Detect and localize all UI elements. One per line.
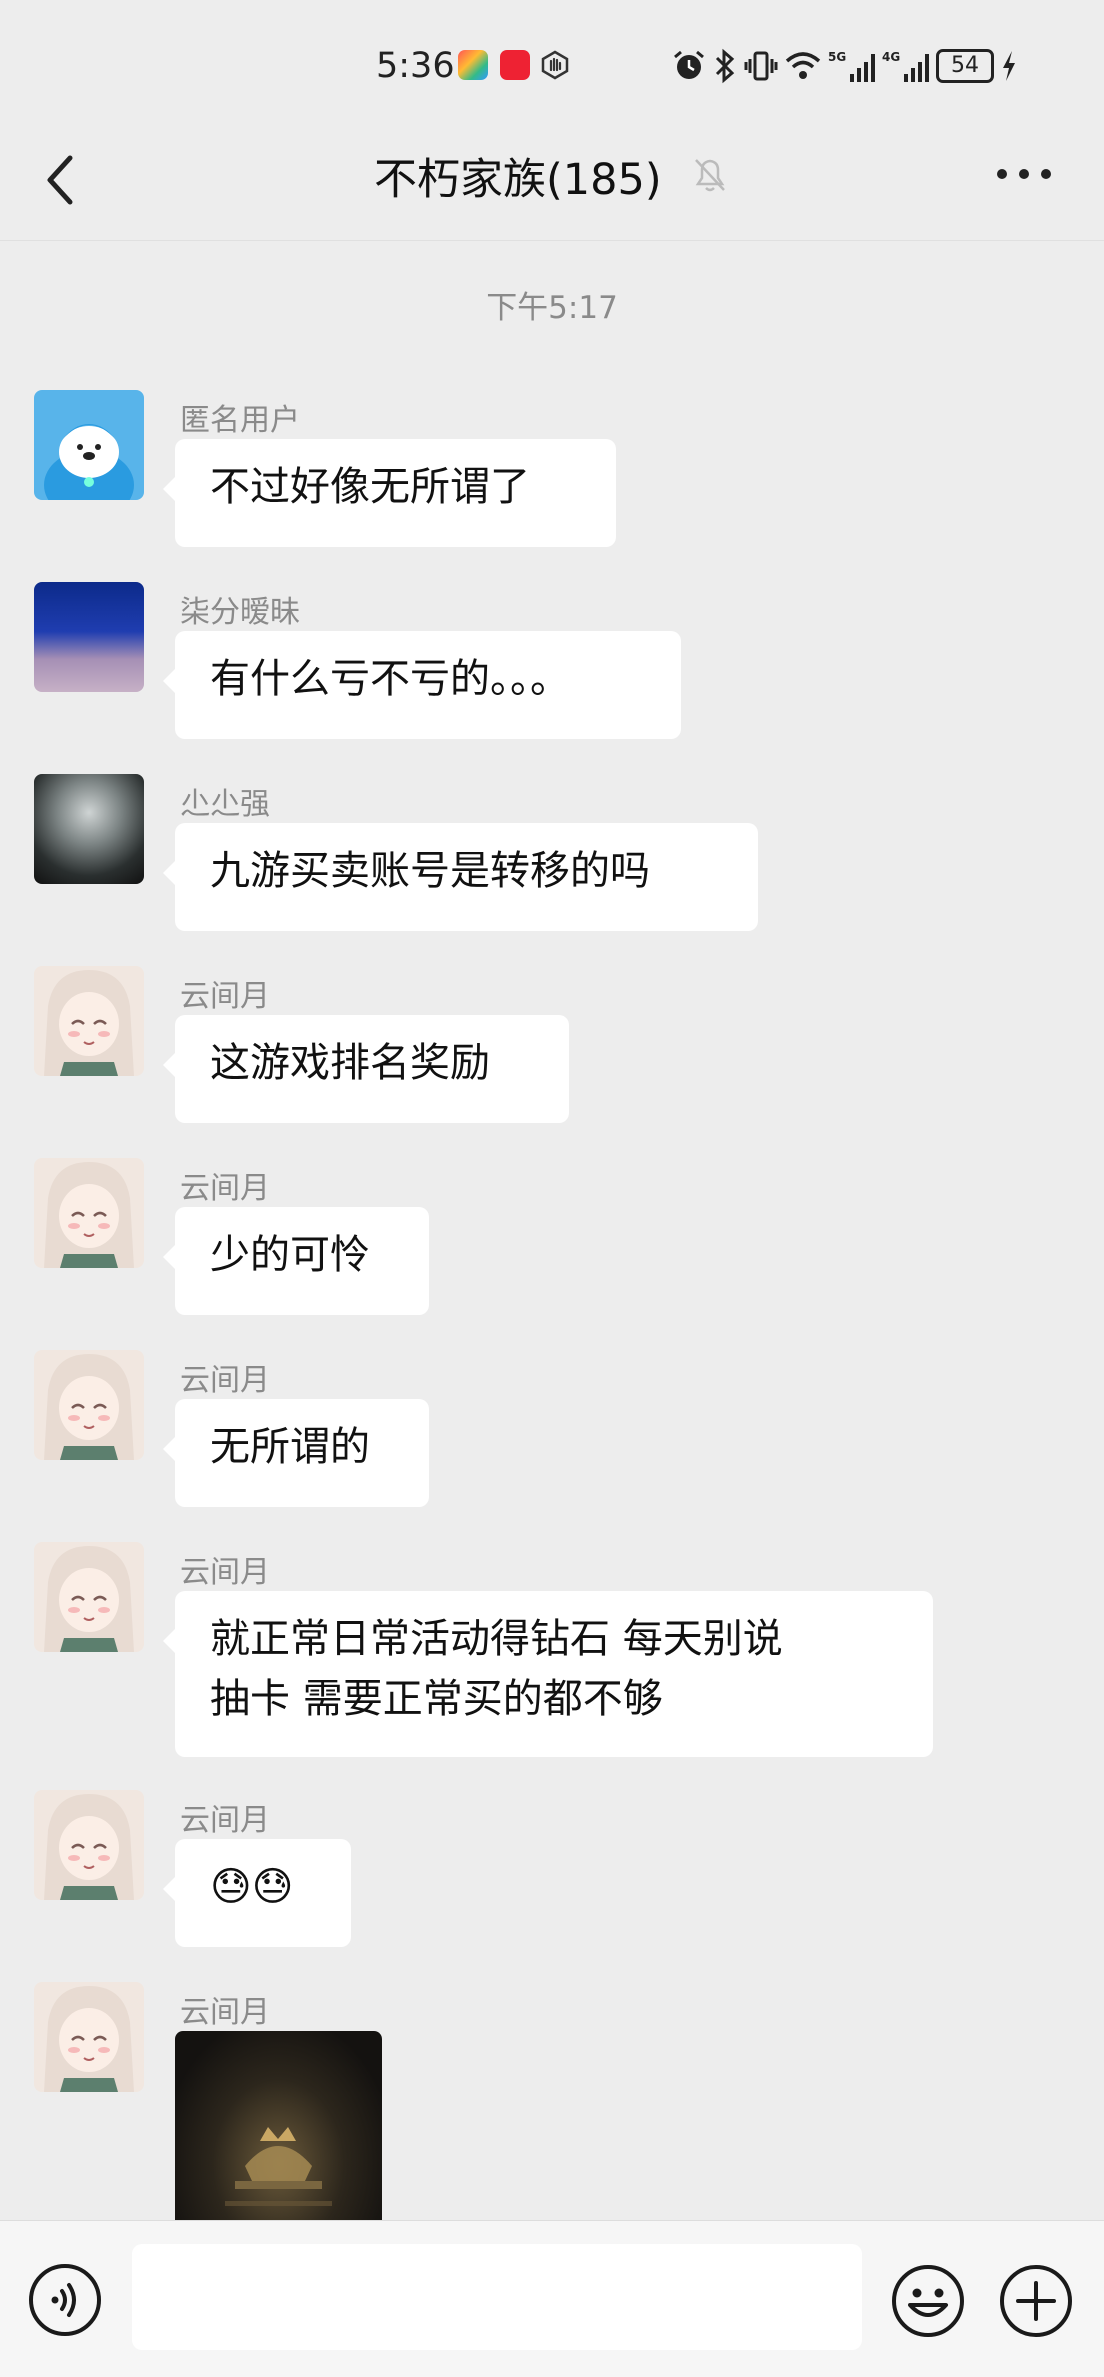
status-bar: 5:36 5G 4G 54 bbox=[0, 0, 1104, 130]
more-options-icon[interactable] bbox=[996, 164, 1052, 184]
message-input[interactable] bbox=[132, 2244, 862, 2350]
sender-name: 云间月 bbox=[180, 1995, 270, 2030]
chat-title: 不朽家族(185) bbox=[374, 155, 662, 205]
taobao-notification-icon bbox=[500, 50, 530, 80]
mute-bell-icon bbox=[695, 159, 725, 192]
message-bubble[interactable]: 无所谓的 bbox=[163, 1399, 429, 1507]
sender-name: 匿名用户 bbox=[180, 403, 300, 438]
avatar[interactable] bbox=[34, 1158, 144, 1268]
back-icon[interactable] bbox=[40, 150, 80, 210]
sender-name: 云间月 bbox=[180, 1555, 270, 1590]
sender-name: 云间月 bbox=[180, 1803, 270, 1838]
system-icons: 5G 4G 54 bbox=[672, 46, 1018, 86]
vibrate-icon bbox=[744, 51, 778, 81]
message-bubble[interactable]: 不过好像无所谓了 bbox=[163, 439, 616, 547]
signal-5g-icon: 5G bbox=[828, 50, 875, 82]
emoji-icon[interactable] bbox=[890, 2263, 966, 2339]
avatar[interactable] bbox=[34, 774, 144, 884]
hand-notification-icon bbox=[540, 50, 570, 80]
svg-text:4G: 4G bbox=[882, 50, 900, 64]
sender-name: 云间月 bbox=[180, 979, 270, 1014]
sender-name: 云间月 bbox=[180, 1363, 270, 1398]
message-bubble[interactable]: 就正常日常活动得钻石 每天别说 抽卡 需要正常买的都不够 bbox=[163, 1591, 933, 1757]
sender-name: 尐尐强 bbox=[180, 787, 270, 822]
battery-indicator: 54 bbox=[936, 49, 994, 83]
sender-name: 云间月 bbox=[180, 1171, 270, 1206]
image-message[interactable] bbox=[175, 2031, 382, 2221]
bluetooth-icon bbox=[715, 48, 735, 84]
avatar[interactable] bbox=[34, 1542, 144, 1652]
wifi-icon bbox=[785, 52, 821, 79]
message-bubble[interactable]: 😓😓 bbox=[163, 1839, 351, 1947]
app-notification-icon bbox=[458, 50, 488, 80]
message-timestamp: 下午5:17 bbox=[486, 290, 618, 326]
add-attachment-icon[interactable] bbox=[998, 2263, 1074, 2339]
message-bubble[interactable]: 这游戏排名奖励 bbox=[163, 1015, 569, 1123]
avatar[interactable] bbox=[34, 1982, 144, 2092]
avatar[interactable] bbox=[34, 966, 144, 1076]
alarm-icon bbox=[674, 50, 704, 79]
avatar[interactable] bbox=[34, 582, 144, 692]
charging-icon bbox=[1003, 51, 1015, 81]
avatar[interactable] bbox=[34, 1350, 144, 1460]
voice-input-icon[interactable] bbox=[28, 2263, 102, 2337]
signal-4g-icon: 4G bbox=[882, 50, 929, 82]
message-bubble[interactable]: 九游买卖账号是转移的吗 bbox=[163, 823, 758, 931]
message-bubble[interactable]: 有什么亏不亏的。。。 bbox=[163, 631, 681, 739]
avatar[interactable] bbox=[34, 1790, 144, 1900]
avatar[interactable] bbox=[34, 390, 144, 500]
sender-name: 柒分暧昧 bbox=[180, 595, 300, 630]
message-bubble[interactable]: 少的可怜 bbox=[163, 1207, 429, 1315]
status-time: 5:36 bbox=[376, 46, 455, 86]
svg-text:5G: 5G bbox=[828, 50, 846, 64]
